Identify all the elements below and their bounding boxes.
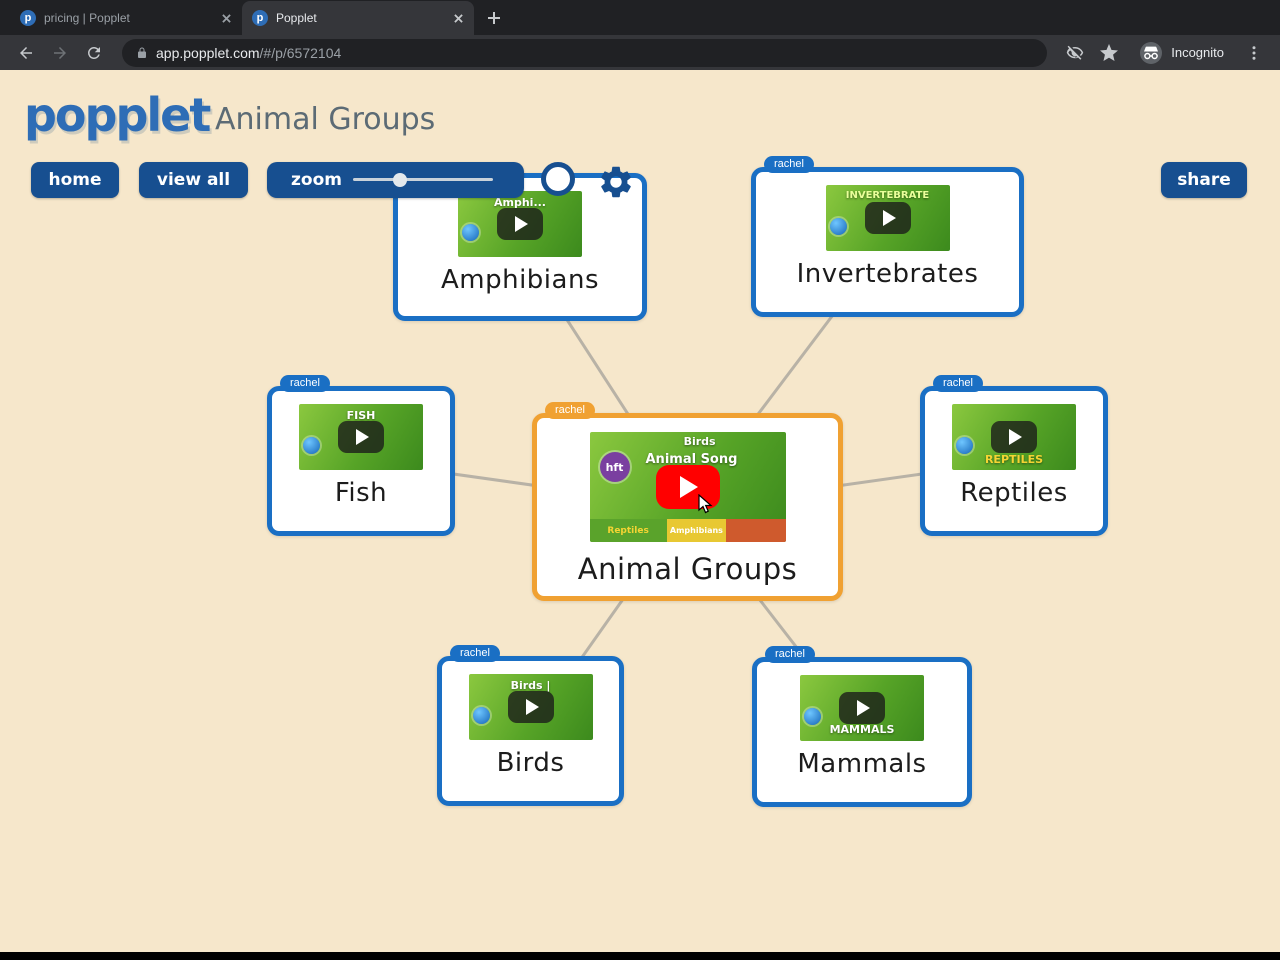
node-mammals[interactable]: rachel MAMMALS Mammals [752, 646, 972, 807]
board-title: Animal Groups [215, 102, 436, 137]
tab-title: Popplet [276, 11, 317, 25]
author-tag: rachel [764, 156, 814, 173]
play-button[interactable] [497, 208, 543, 240]
node-label: Animal Groups [577, 552, 798, 586]
node-fish[interactable]: rachel FISH Fish [267, 375, 455, 536]
view-all-button[interactable]: view all [139, 162, 248, 198]
zoom-slider-knob[interactable] [393, 173, 407, 187]
author-tag: rachel [545, 402, 595, 419]
close-tab-icon[interactable] [450, 10, 466, 26]
happy-learning-logo [472, 707, 490, 724]
tab-title: pricing | Popplet [44, 11, 130, 25]
thumbnail-caption: REPTILES [984, 453, 1044, 466]
video-thumbnail[interactable]: Birds | [468, 674, 593, 740]
collage-tile [726, 519, 786, 542]
play-icon [1009, 429, 1022, 445]
node-label: Fish [334, 478, 388, 508]
author-tag: rachel [280, 375, 330, 392]
collage-tile-reptiles: Reptiles [589, 519, 667, 542]
popplet-favicon: p [252, 10, 268, 26]
play-button[interactable] [839, 692, 885, 724]
thumbnail-caption: INVERTEBRATE [845, 190, 930, 201]
tab-strip: p pricing | Popplet p Popplet [0, 0, 1280, 35]
node-label: Mammals [797, 749, 927, 779]
happy-learning-logo [829, 218, 847, 235]
back-button[interactable] [12, 39, 40, 67]
node-label: Reptiles [960, 478, 1068, 508]
node-invertebrates[interactable]: rachel INVERTEBRATE Invertebrates [751, 156, 1024, 317]
play-icon [882, 210, 896, 226]
collage-tile-amphibians: Amphibians [666, 519, 727, 542]
share-button[interactable]: share [1161, 162, 1247, 198]
thumbnail-caption-top: Birds [683, 435, 716, 448]
mouse-cursor-icon [698, 493, 713, 513]
video-thumbnail[interactable]: REPTILES [952, 404, 1076, 470]
happy-learning-logo [303, 437, 320, 454]
happy-learning-logo [804, 708, 821, 725]
eye-off-icon[interactable] [1061, 39, 1089, 67]
incognito-label: Incognito [1171, 45, 1224, 60]
zoom-control[interactable]: zoom [267, 162, 524, 198]
node-animal-groups-center[interactable]: rachel Birds Animal Song hft Reptiles Am… [532, 402, 843, 601]
node-label: Amphibians [440, 265, 599, 295]
node-label: Invertebrates [796, 259, 979, 289]
author-tag: rachel [933, 375, 983, 392]
bookmark-star-icon[interactable] [1095, 39, 1123, 67]
thumbnail-caption: MAMMALS [829, 723, 895, 736]
popplet-canvas[interactable]: popplet Animal Groups home view all zoom… [0, 70, 1280, 952]
happy-learning-logo [956, 437, 973, 454]
video-thumbnail[interactable]: Birds Animal Song hft Reptiles Amphibian… [589, 432, 786, 542]
node-birds[interactable]: rachel Birds | Birds [437, 645, 624, 806]
play-icon [525, 699, 539, 715]
browser-toolbar: app.popplet.com/#/p/6572104 Incognito [0, 35, 1280, 70]
play-button[interactable] [991, 421, 1037, 453]
new-tab-button[interactable] [480, 4, 508, 32]
video-thumbnail[interactable]: MAMMALS [800, 675, 924, 741]
node-label: Birds [496, 748, 565, 778]
happy-learning-logo [462, 224, 479, 241]
thumbnail-collage-strip: Reptiles Amphibians [589, 519, 786, 542]
video-thumbnail[interactable]: FISH [299, 404, 423, 470]
lock-icon [138, 47, 146, 58]
address-bar[interactable]: app.popplet.com/#/p/6572104 [122, 38, 1048, 67]
tab-popplet[interactable]: p Popplet [242, 1, 474, 35]
video-thumbnail[interactable]: Amphi... [458, 191, 582, 257]
channel-badge: hft [599, 452, 630, 482]
author-tag: rachel [765, 646, 815, 663]
play-icon [356, 429, 369, 445]
play-button[interactable] [507, 691, 554, 723]
settings-gear-icon[interactable] [597, 163, 635, 201]
play-icon [515, 216, 528, 232]
home-button[interactable]: home [31, 162, 119, 198]
zoom-label: zoom [291, 170, 342, 190]
url-text: app.popplet.com/#/p/6572104 [156, 45, 341, 61]
url-domain: app.popplet.com [156, 44, 260, 61]
author-tag: rachel [450, 645, 500, 662]
minimap-toggle-button[interactable] [541, 162, 575, 196]
zoom-slider-track[interactable] [353, 178, 493, 181]
tab-pricing[interactable]: p pricing | Popplet [10, 1, 242, 35]
node-reptiles[interactable]: rachel REPTILES Reptiles [920, 375, 1108, 536]
play-button[interactable] [338, 421, 384, 453]
popplet-favicon: p [20, 10, 36, 26]
reload-button[interactable] [80, 39, 108, 67]
video-thumbnail[interactable]: INVERTEBRATE [825, 185, 950, 251]
incognito-badge: Incognito [1129, 41, 1234, 65]
incognito-icon [1140, 41, 1163, 64]
popplet-logo[interactable]: popplet [24, 88, 211, 142]
play-button[interactable] [864, 202, 911, 234]
close-tab-icon[interactable] [218, 10, 234, 26]
play-icon [857, 700, 870, 716]
play-icon [680, 476, 698, 498]
forward-button[interactable] [46, 39, 74, 67]
menu-dots-icon[interactable] [1240, 39, 1268, 67]
url-path: /#/p/6572104 [259, 44, 342, 61]
